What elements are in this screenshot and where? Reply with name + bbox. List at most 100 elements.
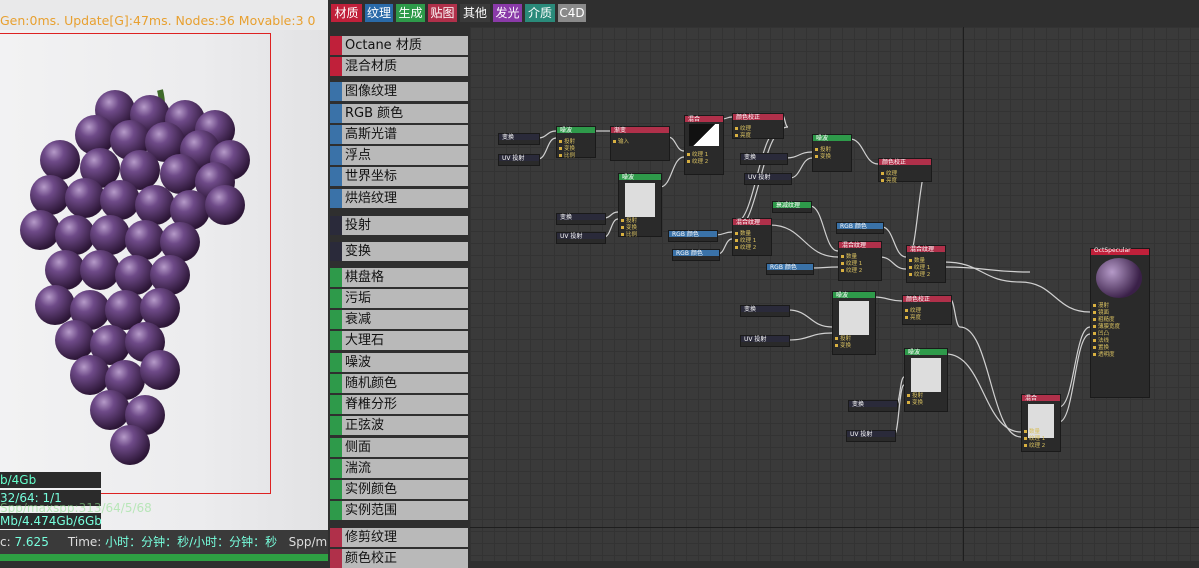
node-list-item[interactable]: 图像纹理: [330, 82, 468, 101]
node-title: 混合: [1025, 395, 1038, 402]
node-wire: [603, 211, 619, 219]
node-list-item[interactable]: 正弦波: [330, 416, 468, 435]
graph-node[interactable]: 噪波 投射 变换 比例: [618, 173, 662, 238]
graph-node[interactable]: 噪波 投射 变换: [832, 291, 876, 355]
graph-node[interactable]: 混合纹理 数量 纹理 1 纹理 2: [906, 245, 946, 283]
node-list-item[interactable]: 世界坐标: [330, 167, 468, 186]
node-input-pin[interactable]: 纹理 2: [1024, 441, 1045, 449]
graph-node[interactable]: 噪波 投射 变换: [904, 348, 948, 412]
node-list-item[interactable]: 衰减: [330, 310, 468, 329]
node-input-pin[interactable]: 纹理 2: [687, 157, 708, 165]
graph-node[interactable]: UV 投射: [556, 232, 606, 244]
graph-node[interactable]: 噪波 投射 变换: [812, 134, 852, 172]
tab-2[interactable]: 生成: [396, 4, 425, 22]
node-list-item[interactable]: 投射: [330, 216, 468, 235]
tab-3[interactable]: 贴图: [428, 4, 457, 22]
node-list-item[interactable]: 混合材质: [330, 57, 468, 76]
node-title: 噪波: [622, 174, 635, 181]
node-list-item[interactable]: RGB 颜色: [330, 104, 468, 123]
graph-node[interactable]: OctSpecular 漫射 镜面 粗糙度 薄膜宽度 凹凸 法线 置换 透明度: [1090, 247, 1150, 398]
node-title: OctSpecular: [1094, 247, 1131, 254]
node-wire: [667, 136, 685, 152]
render-status-text: Gen:0ms. Update[G]:47ms. Nodes:36 Movabl…: [0, 13, 316, 28]
tab-0[interactable]: 材质: [331, 4, 362, 22]
node-wire: [849, 138, 879, 165]
node-list-item[interactable]: 烘焙纹理: [330, 189, 468, 208]
node-wire: [959, 326, 1022, 438]
node-input-pin[interactable]: 纹理 2: [909, 270, 930, 278]
graph-node[interactable]: UV 投射: [846, 430, 896, 442]
node-list-item[interactable]: 污垢: [330, 289, 468, 308]
node-title: UV 投射: [744, 336, 767, 343]
graph-node[interactable]: RGB 颜色: [766, 263, 814, 275]
node-list-item[interactable]: 噪波: [330, 353, 468, 372]
node-list-item[interactable]: 高斯光谱: [330, 125, 468, 144]
node-input-pin[interactable]: 输入: [613, 137, 629, 145]
node-input-pin[interactable]: 变换: [835, 341, 851, 349]
node-input-pin[interactable]: 透明度: [1093, 350, 1115, 358]
render-viewport[interactable]: Gen:0ms. Update[G]:47ms. Nodes:36 Movabl…: [0, 0, 328, 561]
tab-6[interactable]: 介质: [525, 4, 555, 22]
graph-node[interactable]: 噪波 投射 变换 比例: [556, 126, 596, 159]
node-input-pin[interactable]: 变换: [907, 398, 923, 406]
tab-5[interactable]: 发光: [493, 4, 522, 22]
node-list-item[interactable]: 变换: [330, 242, 468, 261]
graph-node[interactable]: UV 投射: [498, 154, 540, 166]
graph-node[interactable]: UV 投射: [744, 173, 792, 185]
node-input-pin[interactable]: 亮度: [905, 313, 921, 321]
node-category-swatch: [330, 310, 342, 329]
render-region-frame[interactable]: [0, 33, 271, 494]
node-header: 衰减纹理: [773, 202, 811, 209]
tab-7[interactable]: C4D: [558, 4, 586, 22]
tab-1[interactable]: 纹理: [365, 4, 393, 22]
node-list-item[interactable]: 侧面: [330, 438, 468, 457]
graph-node[interactable]: 变换: [740, 305, 790, 317]
graph-node[interactable]: 渐变 输入: [610, 126, 670, 161]
node-input-pin[interactable]: 比例: [621, 230, 637, 238]
node-list-item[interactable]: 脊椎分形: [330, 395, 468, 414]
node-list-item[interactable]: 实例颜色: [330, 480, 468, 499]
graph-node[interactable]: 变换: [556, 213, 606, 225]
node-wire: [811, 266, 839, 269]
node-list-item[interactable]: 湍流: [330, 459, 468, 478]
node-graph-canvas[interactable]: 变换 UV 投射 噪波 投射 变换 比例 渐变 输入 混合 纹理 1 纹理 2 颜色校正 纹理 亮度 噪波投…: [470, 27, 1199, 561]
node-list-item[interactable]: 修剪纹理: [330, 528, 468, 547]
node-palette-list: Octane 材质 混合材质图像纹理 RGB 颜色 高斯光谱浮点世界坐标烘焙纹理投射变…: [328, 33, 470, 568]
graph-node[interactable]: RGB 颜色: [668, 230, 718, 242]
node-input-pin[interactable]: 纹理 2: [735, 243, 756, 251]
node-list-item[interactable]: Octane 材质: [330, 36, 468, 55]
graph-node[interactable]: 混合纹理 数量 纹理 1 纹理 2: [838, 241, 882, 281]
graph-node[interactable]: RGB 颜色: [672, 249, 720, 261]
node-list-item[interactable]: 实例范围: [330, 501, 468, 520]
graph-node[interactable]: 颜色校正 纹理 亮度: [878, 158, 932, 184]
node-list-item[interactable]: 颜色校正: [330, 549, 468, 568]
node-wire: [787, 309, 833, 328]
graph-node[interactable]: 变换: [740, 153, 788, 165]
node-category-swatch: [330, 216, 342, 235]
graph-node[interactable]: 颜色校正 纹理 亮度: [902, 295, 952, 325]
memory-readout: b/4Gb: [0, 472, 101, 488]
graph-node[interactable]: 混合 数量 纹理 1 纹理 2: [1021, 394, 1061, 452]
node-list-item[interactable]: 浮点: [330, 146, 468, 165]
graph-node[interactable]: 衰减纹理: [772, 201, 812, 213]
graph-node[interactable]: 颜色校正 纹理 亮度: [732, 113, 784, 139]
node-list-label: 投射: [345, 218, 372, 233]
node-header: 颜色校正: [733, 114, 783, 121]
node-input-pin[interactable]: 亮度: [881, 176, 897, 184]
graph-node[interactable]: 变换: [848, 400, 898, 412]
tab-4[interactable]: 其他: [460, 4, 490, 22]
node-list-item[interactable]: 棋盘格: [330, 268, 468, 287]
node-category-swatch: [330, 501, 342, 520]
node-input-pin[interactable]: 纹理 2: [841, 266, 862, 274]
node-list-item[interactable]: 随机颜色: [330, 374, 468, 393]
node-input-pin[interactable]: 比例: [559, 151, 575, 159]
graph-node[interactable]: UV 投射: [740, 335, 790, 347]
graph-node[interactable]: RGB 颜色: [836, 222, 884, 234]
node-input-pin[interactable]: 亮度: [735, 131, 751, 139]
graph-node[interactable]: 变换: [498, 133, 540, 145]
graph-node[interactable]: 混合纹理 数量 纹理 1 纹理 2: [732, 218, 772, 256]
node-list-item[interactable]: 大理石: [330, 331, 468, 350]
node-header: 变换: [741, 306, 789, 313]
node-input-pin[interactable]: 变换: [815, 152, 831, 160]
graph-node[interactable]: 混合 纹理 1 纹理 2: [684, 115, 724, 175]
